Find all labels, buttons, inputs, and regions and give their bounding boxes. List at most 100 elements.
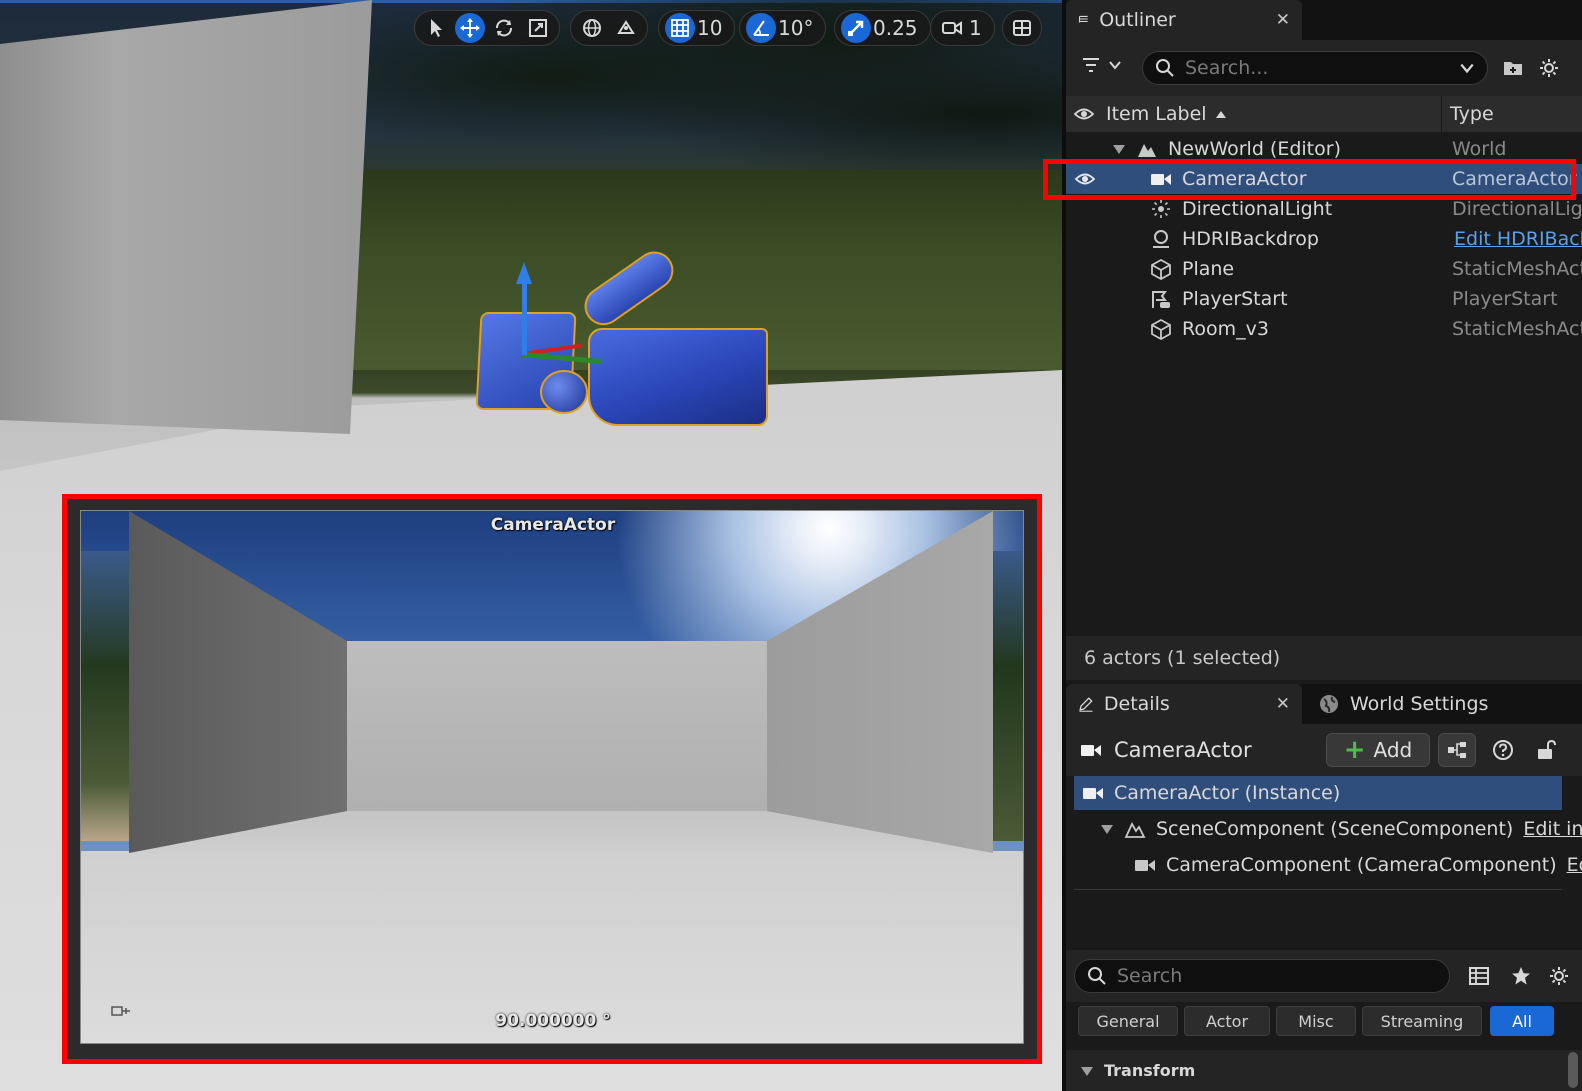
component-row-scene[interactable]: SceneComponent (SceneComponent) Edit in … bbox=[1100, 812, 1582, 846]
hdri-icon bbox=[1153, 230, 1169, 248]
hierarchy-icon bbox=[1448, 742, 1466, 758]
cursor-icon bbox=[431, 19, 442, 37]
row-type: StaticMeshActor bbox=[1452, 258, 1582, 280]
help-icon bbox=[1493, 740, 1513, 760]
list-item[interactable]: Plane StaticMeshActor bbox=[1066, 254, 1582, 284]
camera-speed-button[interactable] bbox=[937, 13, 967, 43]
list-item[interactable]: NewWorld (Editor) World bbox=[1066, 134, 1582, 164]
column-type[interactable]: Type bbox=[1442, 103, 1494, 125]
unlock-icon bbox=[1538, 739, 1556, 759]
filter-actor-button[interactable]: Actor bbox=[1184, 1006, 1270, 1036]
row-label: Plane bbox=[1182, 258, 1235, 280]
selected-actor-name: CameraActor bbox=[1080, 738, 1252, 762]
collapse-arrow-icon[interactable] bbox=[1100, 823, 1114, 835]
grid-snap-toggle[interactable] bbox=[665, 13, 695, 43]
rotate-mode-button[interactable] bbox=[489, 13, 519, 43]
row-type: CameraActor bbox=[1452, 168, 1577, 190]
scale-snap-value[interactable]: 0.25 bbox=[871, 16, 924, 40]
actor-count-text: 6 actors (1 selected) bbox=[1084, 647, 1281, 669]
component-row-camera[interactable]: CameraComponent (CameraComponent) Edi bbox=[1134, 848, 1582, 882]
scale-snap-toggle[interactable] bbox=[841, 13, 871, 43]
edit-in-cpp-link[interactable]: Edi bbox=[1567, 854, 1582, 876]
details-search-input[interactable] bbox=[1117, 965, 1437, 987]
list-item-selected[interactable]: CameraActor CameraActor bbox=[1066, 164, 1582, 194]
tab-world-settings[interactable]: World Settings bbox=[1306, 684, 1500, 724]
gizmo-z-arrow[interactable] bbox=[516, 262, 532, 284]
outliner-search-box bbox=[1142, 51, 1488, 85]
details-scrollbar[interactable] bbox=[1568, 1052, 1578, 1088]
filter-icon bbox=[1083, 58, 1099, 72]
coordinate-space-toolbar bbox=[570, 10, 648, 46]
search-icon bbox=[1088, 967, 1106, 985]
grid-snap-toolbar: 10 bbox=[658, 10, 736, 46]
globe-icon bbox=[583, 19, 601, 37]
component-row-actor[interactable]: CameraActor (Instance) bbox=[1074, 776, 1562, 810]
tab-outliner[interactable]: Outliner ✕ bbox=[1066, 0, 1302, 40]
row-type: World bbox=[1452, 138, 1507, 160]
preview-trees-left bbox=[81, 551, 129, 841]
pencil-icon bbox=[1079, 697, 1093, 712]
star-icon[interactable] bbox=[1510, 965, 1532, 987]
divider bbox=[1074, 889, 1562, 890]
row-label: HDRIBackdrop bbox=[1182, 228, 1319, 250]
level-viewport[interactable]: 10 10° 0.25 1 CameraActor 90.000000 ° bbox=[0, 0, 1062, 1091]
eye-icon[interactable] bbox=[1074, 168, 1096, 190]
static-mesh-icon bbox=[1151, 318, 1171, 340]
filter-button[interactable] bbox=[1080, 54, 1122, 76]
list-item[interactable]: HDRIBackdrop Edit HDRIBackdrop bbox=[1066, 224, 1582, 254]
visibility-column[interactable] bbox=[1066, 103, 1102, 125]
globe-icon bbox=[1320, 695, 1338, 713]
outliner-search-input[interactable] bbox=[1185, 57, 1449, 79]
video-camera-icon bbox=[942, 21, 962, 35]
gear-icon[interactable] bbox=[1548, 965, 1570, 987]
row-type: PlayerStart bbox=[1452, 288, 1558, 310]
video-camera-icon bbox=[1083, 788, 1103, 799]
row-label: DirectionalLight bbox=[1182, 198, 1333, 220]
plus-icon: + bbox=[1343, 735, 1366, 765]
close-icon[interactable]: ✕ bbox=[1276, 694, 1290, 714]
filter-streaming-button[interactable]: Streaming bbox=[1362, 1006, 1482, 1036]
lock-button[interactable] bbox=[1526, 733, 1564, 767]
outliner-status: 6 actors (1 selected) bbox=[1066, 636, 1582, 680]
list-item[interactable]: PlayerStart PlayerStart bbox=[1066, 284, 1582, 314]
close-icon[interactable]: ✕ bbox=[1276, 10, 1290, 30]
row-type-link[interactable]: Edit HDRIBackdrop bbox=[1454, 228, 1582, 250]
surface-snap-button[interactable] bbox=[611, 13, 641, 43]
video-camera-icon bbox=[1135, 860, 1155, 871]
viewport-layout-button[interactable] bbox=[1007, 13, 1037, 43]
table-view-icon[interactable] bbox=[1468, 965, 1490, 987]
edit-in-cpp-link[interactable]: Edit in C bbox=[1523, 818, 1582, 840]
blueprint-button[interactable] bbox=[1438, 733, 1476, 767]
right-panels: Outliner ✕ Item Label bbox=[1062, 0, 1582, 1091]
select-mode-button[interactable] bbox=[421, 13, 451, 43]
outliner-icon bbox=[1079, 15, 1088, 23]
filter-general-button[interactable]: General bbox=[1078, 1006, 1178, 1036]
transform-section-header[interactable]: Transform bbox=[1066, 1050, 1582, 1091]
column-item-label-text: Item Label bbox=[1106, 103, 1207, 125]
rotation-snap-toggle[interactable] bbox=[746, 13, 776, 43]
list-item[interactable]: DirectionalLight DirectionalLight bbox=[1066, 194, 1582, 224]
details-tabbar: Details ✕ World Settings bbox=[1066, 684, 1582, 724]
add-component-button[interactable]: + Add bbox=[1326, 733, 1430, 767]
filter-misc-button[interactable]: Misc bbox=[1276, 1006, 1356, 1036]
scale-snap-toolbar: 0.25 bbox=[834, 10, 931, 46]
collapse-arrow-icon[interactable] bbox=[1112, 143, 1126, 155]
gear-icon[interactable] bbox=[1538, 57, 1560, 79]
chevron-down-icon bbox=[1109, 61, 1121, 70]
column-item-label[interactable]: Item Label bbox=[1102, 96, 1442, 132]
collapse-arrow-icon bbox=[1081, 1066, 1093, 1076]
translate-mode-button[interactable] bbox=[455, 13, 485, 43]
scale-mode-button[interactable] bbox=[523, 13, 553, 43]
add-folder-icon[interactable] bbox=[1502, 57, 1524, 79]
grid-snap-value[interactable]: 10 bbox=[695, 16, 728, 40]
row-label: Room_v3 bbox=[1182, 318, 1269, 340]
help-button[interactable] bbox=[1484, 733, 1522, 767]
tab-details[interactable]: Details ✕ bbox=[1066, 684, 1302, 724]
chevron-down-icon[interactable] bbox=[1459, 60, 1475, 76]
list-item[interactable]: Room_v3 StaticMeshActor bbox=[1066, 314, 1582, 344]
camera-speed-value[interactable]: 1 bbox=[967, 16, 988, 40]
filter-all-button[interactable]: All bbox=[1490, 1006, 1554, 1036]
rotation-snap-value[interactable]: 10° bbox=[776, 16, 819, 40]
world-space-button[interactable] bbox=[577, 13, 607, 43]
preview-trees-right bbox=[993, 551, 1023, 841]
